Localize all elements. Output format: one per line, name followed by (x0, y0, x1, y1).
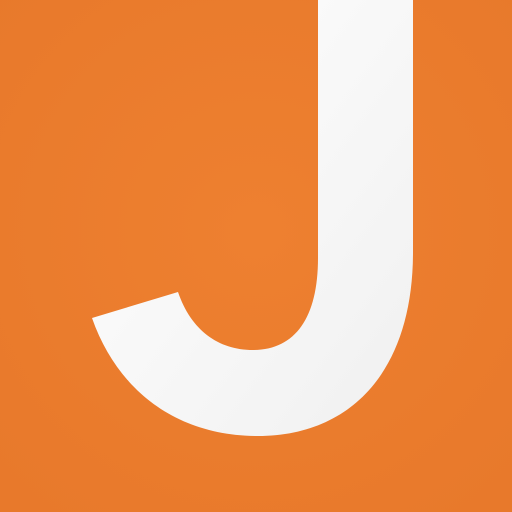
j-logo-icon (0, 0, 512, 512)
app-icon (0, 0, 512, 512)
